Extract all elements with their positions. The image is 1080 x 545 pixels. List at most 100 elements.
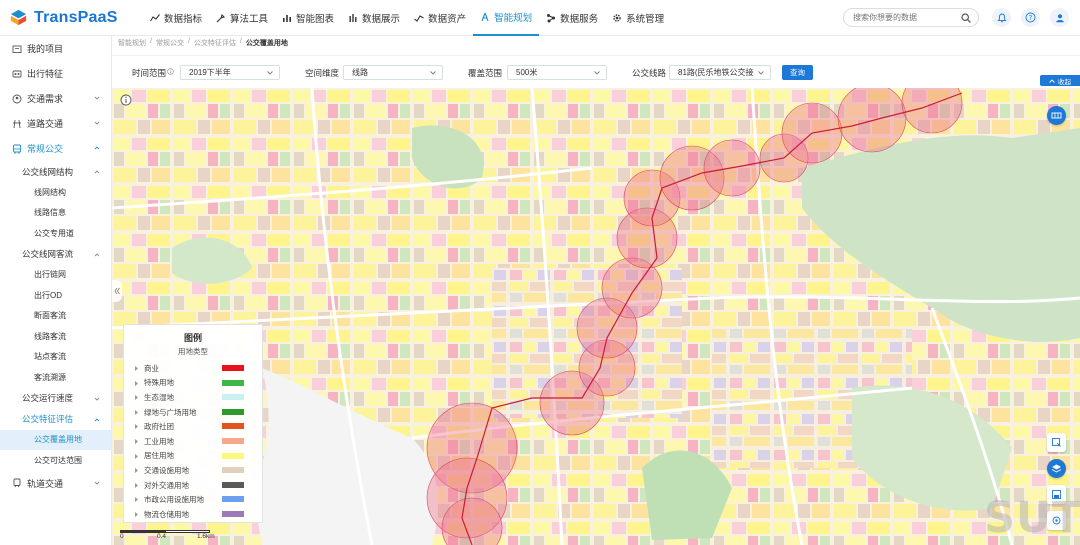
folder-icon	[12, 45, 22, 53]
nav-item-5[interactable]: 智能规划	[473, 0, 540, 36]
chevron-down-icon	[430, 71, 436, 75]
legend-item[interactable]: 政府社团	[124, 419, 262, 434]
breadcrumb-item[interactable]: 公交特征评估	[194, 38, 236, 50]
scale-label: 0.4	[157, 533, 167, 540]
legend-item[interactable]: 工业用地	[124, 434, 262, 449]
bus-line-label: 公交线路	[632, 68, 667, 78]
help-icon[interactable]: ?	[1021, 8, 1040, 27]
sidebar-item-my-projects[interactable]: 我的项目	[0, 36, 111, 61]
legend-subtitle: 用地类型	[178, 347, 208, 356]
search-input[interactable]	[853, 13, 961, 22]
sidebar-item-regular-bus[interactable]: 常规公交	[0, 136, 111, 161]
breadcrumb-item[interactable]: 常规公交	[156, 38, 184, 50]
nav-item-6[interactable]: 数据服务	[539, 0, 605, 36]
legend-item[interactable]: 居住用地	[124, 449, 262, 464]
nav-item-3[interactable]: 数据展示	[341, 0, 407, 36]
coverage-label: 覆盖范围	[468, 68, 503, 78]
legend-swatch	[222, 496, 244, 503]
coverage-select[interactable]: 500米	[507, 65, 607, 80]
info-icon[interactable]	[167, 68, 174, 75]
legend-label: 市政公用设施用地	[144, 495, 204, 505]
sidebar-item-road-traffic[interactable]: 道路交通	[0, 111, 111, 136]
breadcrumb-current: 公交覆盖用地	[245, 40, 288, 47]
legend-item[interactable]: 对外交通用地	[124, 478, 262, 493]
nav-item-2[interactable]: 智能图表	[275, 0, 341, 36]
chevron-down-icon	[758, 71, 764, 75]
nav-label: 数据资产	[428, 13, 467, 25]
bell-icon[interactable]	[992, 8, 1011, 27]
legend-item[interactable]: 特殊用地	[124, 376, 262, 391]
nav-item-1[interactable]: 算法工具	[209, 0, 275, 36]
bus-line-select[interactable]: 81路(民乐地铁公交接	[669, 65, 771, 80]
legend-title: 图例	[183, 333, 202, 343]
nav-label: 数据服务	[560, 13, 599, 25]
chevron-down-icon	[594, 71, 600, 75]
sidebar-item-traffic-demand[interactable]: 交通需求	[0, 86, 111, 111]
sidebar-toggle[interactable]	[112, 280, 122, 302]
legend-label: 对外交通用地	[144, 480, 189, 490]
legend-swatch	[222, 437, 244, 444]
dimension-label: 空间维度	[305, 68, 340, 78]
people-icon	[12, 94, 22, 103]
sidebar-item-travel-features[interactable]: 出行特征	[0, 61, 111, 86]
nav-item-0[interactable]: 数据指标	[143, 0, 209, 36]
sidebar-item-bus-speed[interactable]: 公交运行速度	[0, 388, 111, 409]
sidebar-item-line-info[interactable]: 线路信息	[0, 203, 111, 224]
caret-right-icon	[135, 395, 138, 401]
query-button[interactable]: 查询	[782, 65, 813, 80]
legend-item[interactable]: 物流仓储用地	[124, 507, 262, 522]
trend-icon	[414, 14, 424, 22]
nav-item-7[interactable]: 系统管理	[605, 0, 671, 36]
nav-item-4[interactable]: 数据资产	[407, 0, 473, 36]
select-area-icon	[1052, 438, 1061, 447]
sidebar-item-section-flow[interactable]: 断面客流	[0, 306, 111, 327]
layers-icon	[1051, 464, 1062, 473]
sidebar-item-bus-network[interactable]: 公交线网结构	[0, 161, 111, 182]
column-chart-icon	[349, 13, 357, 22]
sidebar-item-coverage-land[interactable]: 公交覆盖用地	[0, 429, 111, 450]
collapse-button[interactable]: 收起	[1040, 75, 1080, 86]
breadcrumb-item[interactable]: 智能规划	[118, 38, 146, 50]
train-icon	[13, 478, 21, 488]
main-nav: 数据指标 算法工具 智能图表 数据展示 数据资产 智能规划 数据服务 系统管理	[143, 0, 671, 36]
filter-bar: 时间范围 2019下半年 空间维度 线路 覆盖范围 500米 公交线路 81路(…	[112, 55, 1080, 88]
search-icon[interactable]	[961, 12, 971, 23]
sidebar-item-rail-transit[interactable]: 轨道交通	[0, 471, 111, 496]
legend-swatch	[222, 467, 244, 474]
map-layers-button[interactable]	[1047, 459, 1066, 478]
legend-item[interactable]: 交通设施用地	[124, 463, 262, 478]
time-range-select[interactable]: 2019下半年	[180, 65, 280, 80]
bar-chart-icon	[283, 14, 292, 22]
legend-panel: 图例 用地类型 商业 特殊用地 生态湿地 绿地与广场用地 政府社团 工业用地 居住用地 交通设…	[123, 324, 263, 523]
sidebar-item-bus-eval[interactable]: 公交特征评估	[0, 409, 111, 430]
watermark: SUTPC	[984, 493, 1080, 543]
sidebar-item-bus-flow[interactable]: 公交线网客流	[0, 244, 111, 265]
sidebar-item-network-structure[interactable]: 线网结构	[0, 182, 111, 203]
dimension-select[interactable]: 线路	[343, 65, 443, 80]
map-info-icon[interactable]	[120, 94, 132, 106]
map-layers-grid-button[interactable]	[1047, 106, 1066, 125]
app-logo[interactable]: TransPaaS	[0, 9, 143, 27]
sidebar-item-stop-flow[interactable]: 站点客流	[0, 347, 111, 368]
legend-item[interactable]: 商业	[124, 361, 262, 376]
caret-right-icon	[135, 497, 138, 503]
nav-label: 数据指标	[164, 13, 203, 25]
global-search[interactable]	[843, 8, 979, 27]
user-avatar-icon[interactable]	[1050, 8, 1069, 27]
sidebar-item-bus-lane[interactable]: 公交专用道	[0, 223, 111, 244]
legend-item[interactable]: 市政公用设施用地	[124, 492, 262, 507]
chevron-down-icon	[267, 71, 273, 75]
legend-item[interactable]: 生态湿地	[124, 390, 262, 405]
land-use-map[interactable]: 图例 用地类型 商业 特殊用地 生态湿地 绿地与广场用地 政府社团 工业用地 居住用地 交通设…	[112, 88, 1080, 545]
sidebar-item-travel-chain[interactable]: 出行链网	[0, 265, 111, 286]
sidebar-item-reachable-range[interactable]: 公交可达范围	[0, 450, 111, 471]
map-select-button[interactable]	[1047, 433, 1066, 452]
sidebar-item-flow-source[interactable]: 客流溯源	[0, 367, 111, 388]
scale-label: 1.6km	[197, 533, 215, 540]
legend-item[interactable]: 绿地与广场用地	[124, 405, 262, 420]
chevron-up-icon	[94, 146, 100, 150]
caret-right-icon	[135, 453, 138, 459]
sidebar-item-travel-od[interactable]: 出行OD	[0, 285, 111, 306]
legend-swatch	[222, 423, 244, 430]
sidebar-item-line-flow[interactable]: 线路客流	[0, 326, 111, 347]
